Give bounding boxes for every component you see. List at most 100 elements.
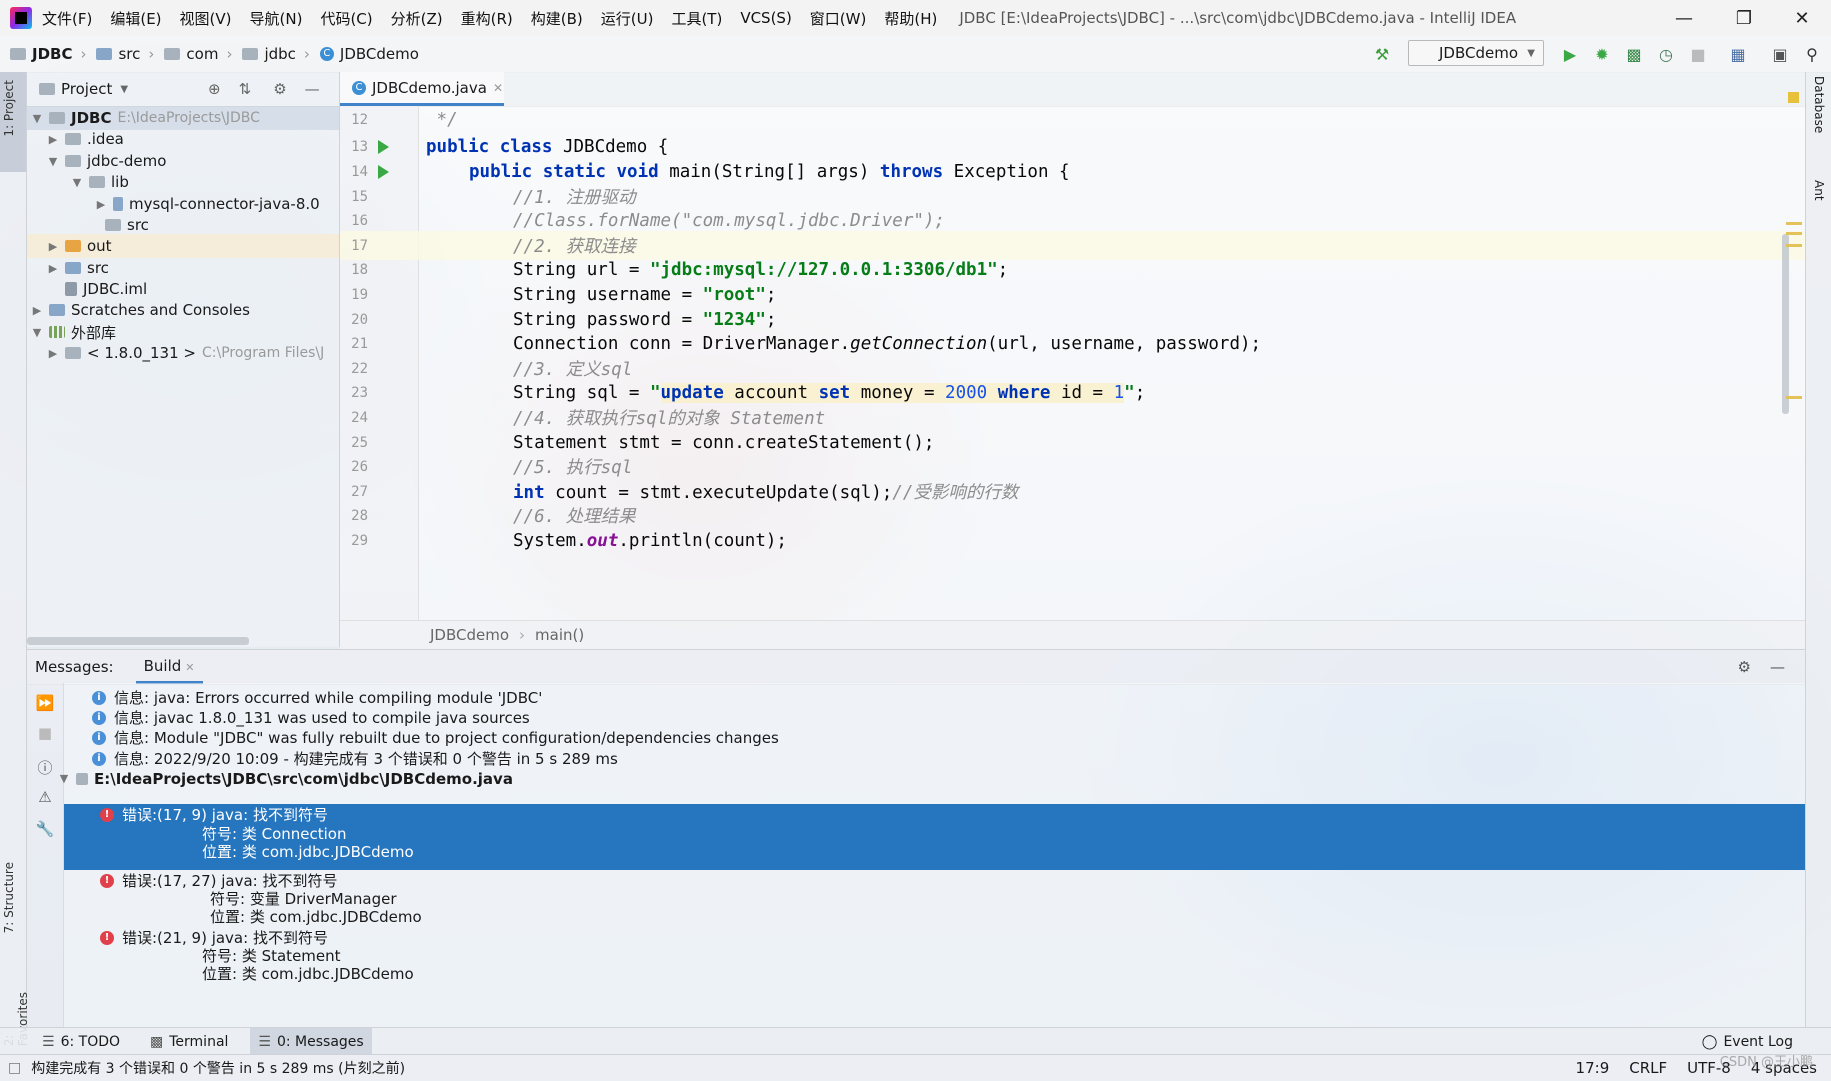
tab-build[interactable]: Build ✕ [135, 651, 203, 684]
code-line-12: 12 */ [351, 109, 458, 130]
database-tool-tab[interactable]: Database [1812, 76, 1826, 133]
warning-filter-icon[interactable]: ⚠ [35, 787, 55, 807]
class-icon: C [352, 80, 366, 95]
menu-refactor[interactable]: 重构(R) [461, 8, 513, 29]
project-structure-icon[interactable]: ▦ [1728, 44, 1748, 64]
window-title: JDBC [E:\IdeaProjects\JDBC] - ...\src\co… [959, 9, 1517, 27]
breadcrumb-method[interactable]: main() [535, 626, 584, 644]
structure-tool-tab[interactable]: 7: Structure [2, 862, 16, 933]
menu-navigate[interactable]: 导航(N) [250, 8, 303, 29]
horizontal-scrollbar[interactable] [27, 637, 249, 645]
run-config-select[interactable]: JDBCdemo ▼ [1408, 40, 1544, 66]
menu-vcs[interactable]: VCS(S) [740, 9, 791, 27]
project-tool-tab[interactable]: 1: Project [2, 80, 16, 137]
tab-jdbcdemo-java[interactable]: C JDBCdemo.java ✕ [340, 72, 504, 106]
menu-analyze[interactable]: 分析(Z) [391, 8, 443, 29]
caret-position[interactable]: 17:9 [1576, 1059, 1610, 1077]
crumb-class[interactable]: C JDBCdemo [319, 45, 419, 63]
coverage-icon[interactable]: ▩ [1624, 44, 1644, 64]
close-icon[interactable]: ✕ [1773, 0, 1831, 36]
close-tab-icon[interactable]: ✕ [493, 81, 503, 95]
profile-icon[interactable]: ◷ [1656, 44, 1676, 64]
crumb-src[interactable]: src › [96, 45, 154, 63]
close-tab-icon[interactable]: ✕ [185, 661, 194, 674]
crumb-jdbc[interactable]: jdbc › [242, 45, 310, 63]
info-icon: i [92, 730, 106, 745]
crumb-project[interactable]: JDBC › [10, 45, 86, 63]
minimize-icon[interactable]: — [1655, 0, 1713, 36]
menu-tools[interactable]: 工具(T) [671, 8, 722, 29]
gear-icon[interactable]: ⚙ [273, 80, 286, 98]
rerun-icon[interactable]: ⏩ [35, 693, 55, 713]
breadcrumb-class[interactable]: JDBCdemo [430, 626, 509, 644]
run-icon[interactable]: ▶ [1560, 44, 1580, 64]
gear-icon[interactable]: ⚙ [1738, 658, 1751, 676]
search-icon[interactable]: ⚲ [1802, 44, 1822, 64]
event-log-button[interactable]: ◯ Event Log [1702, 1034, 1793, 1050]
tree-item-jdk[interactable]: ▶ < 1.8.0_131 > C:\Program Files\J [45, 341, 325, 365]
collapse-icon[interactable]: ⇅ [239, 80, 252, 98]
messages-header: Messages: Build ✕ ⚙ — [27, 649, 1805, 685]
build-hammer-icon[interactable]: ⚒ [1372, 44, 1392, 64]
bottom-tool-tabs: ☰ 6: TODO ▩ Terminal ☰ 0: Messages ◯ Event L… [0, 1027, 1831, 1055]
messages-label: Messages: [35, 658, 114, 676]
info-icon: i [92, 710, 106, 725]
chevron-right-icon: ▶ [96, 197, 106, 211]
message-file[interactable]: ▼ E:\IdeaProjects\JDBC\src\com\jdbc\JDBCd… [60, 767, 1805, 790]
editor-tab-bar: C JDBCdemo.java ✕ [340, 72, 1805, 107]
chevron-right-icon: ▶ [48, 261, 58, 275]
scratches-icon [49, 304, 65, 316]
layout-icon[interactable]: ▣ [1770, 44, 1790, 64]
editor-breadcrumb: JDBCdemo › main() [340, 620, 1805, 649]
locate-icon[interactable]: ⊕ [208, 80, 221, 98]
menu-file[interactable]: 文件(F) [42, 8, 92, 29]
tree-item-out[interactable]: ▶ out [27, 234, 339, 258]
debug-icon[interactable]: ✹ [1592, 44, 1612, 64]
menu-edit[interactable]: 编辑(E) [110, 8, 161, 29]
tree-item-idea[interactable]: ▶ .idea [45, 127, 124, 151]
hide-icon[interactable]: — [1770, 658, 1785, 676]
tree-item-lib[interactable]: ▼ lib [69, 170, 129, 194]
chevron-down-icon: ▼ [72, 175, 82, 189]
stop-icon[interactable]: ■ [1688, 44, 1708, 64]
message-info[interactable]: i 信息: Module "JDBC" was fully rebuilt due… [64, 726, 1805, 749]
tree-item-scratches[interactable]: ▶ Scratches and Consoles [27, 298, 250, 322]
run-gutter-icon[interactable] [378, 164, 389, 179]
code-editor[interactable]: 12 */ 13 public class JDBCdemo { 14 public… [340, 106, 1805, 620]
chevron-right-icon: ▶ [48, 132, 58, 146]
tab-messages[interactable]: ☰ 0: Messages [250, 1028, 372, 1055]
menu-view[interactable]: 视图(V) [180, 8, 232, 29]
stop-icon[interactable]: ■ [35, 723, 55, 743]
crumb-com[interactable]: com › [164, 45, 232, 63]
error-item[interactable]: ! 错误:(21, 9) java: 找不到符号 符号: 类 Statement … [64, 927, 1805, 985]
menu-window[interactable]: 窗口(W) [810, 8, 867, 29]
error-icon: ! [100, 873, 114, 888]
menu-build[interactable]: 构建(B) [531, 8, 583, 29]
line-separator[interactable]: CRLF [1629, 1059, 1667, 1077]
info-filter-icon[interactable]: ⓘ [35, 757, 55, 777]
run-gutter-icon[interactable] [378, 139, 389, 154]
status-message[interactable]: 构建完成有 3 个错误和 0 个警告 in 5 s 289 ms (片刻之前) [31, 1058, 405, 1078]
error-icon: ! [100, 807, 114, 822]
ant-tool-tab[interactable]: Ant [1812, 180, 1826, 201]
menu-run[interactable]: 运行(U) [601, 8, 654, 29]
warning-stripe-icon[interactable] [1788, 92, 1799, 103]
vertical-scrollbar[interactable] [1782, 234, 1789, 414]
tab-todo[interactable]: ☰ 6: TODO [34, 1028, 128, 1055]
menu-help[interactable]: 帮助(H) [884, 8, 937, 29]
messages-list[interactable]: i 信息: java: Errors occurred while compili… [60, 683, 1805, 1027]
class-icon: C [319, 47, 334, 61]
chevron-down-icon[interactable]: ▼ [120, 84, 128, 95]
project-view-selector[interactable]: Project [61, 80, 112, 98]
error-item-selected[interactable]: ! 错误:(17, 9) java: 找不到符号 符号: 类 Connection… [64, 804, 1805, 870]
hide-icon[interactable]: — [305, 80, 320, 98]
info-icon: i [92, 690, 106, 705]
tab-terminal[interactable]: ▩ Terminal [142, 1028, 236, 1055]
toggle-tool-windows-icon[interactable]: □ [8, 1060, 21, 1076]
restore-icon[interactable]: ❐ [1715, 0, 1773, 36]
folder-icon [105, 219, 121, 231]
error-item[interactable]: ! 错误:(17, 27) java: 找不到符号 符号: 变量 DriverMa… [64, 870, 1805, 928]
folder-icon [65, 133, 81, 145]
wrench-icon[interactable]: 🔧 [35, 819, 55, 839]
menu-code[interactable]: 代码(C) [320, 8, 372, 29]
